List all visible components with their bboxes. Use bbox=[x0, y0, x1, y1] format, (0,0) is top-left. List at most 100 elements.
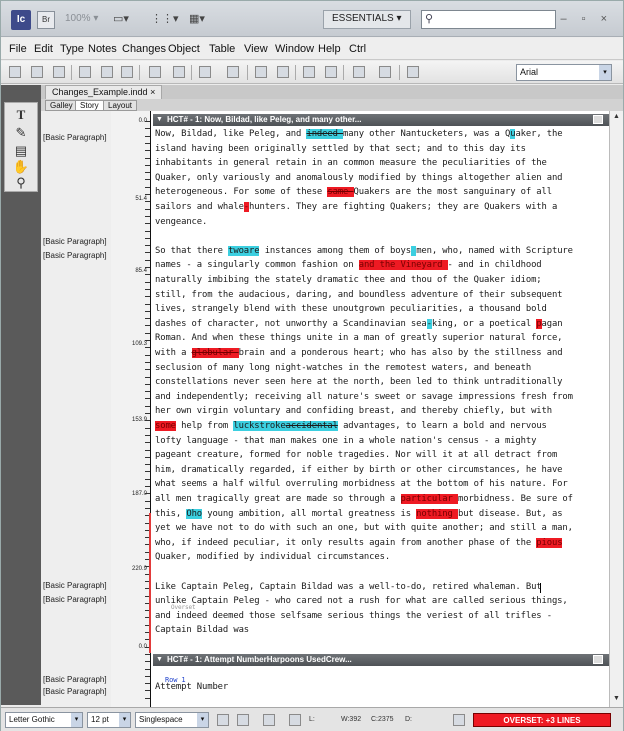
story-line[interactable]: Captain Bildad was bbox=[155, 625, 249, 635]
arrange-icon[interactable]: ⋮⋮▾ bbox=[151, 12, 179, 25]
ruler-tick bbox=[145, 413, 150, 414]
menu-edit[interactable]: Edit bbox=[34, 43, 53, 55]
scroll-down-icon[interactable]: ▼ bbox=[613, 695, 620, 702]
story-line[interactable]: naturally imbibing the stately dramatic … bbox=[155, 275, 542, 285]
menu-changes[interactable]: Changes bbox=[122, 43, 166, 55]
document-tab[interactable]: Changes_Example.indd × bbox=[45, 85, 163, 99]
menu-file[interactable]: File bbox=[9, 43, 27, 55]
window-controls[interactable]: – ▫ × bbox=[560, 13, 613, 25]
table-text[interactable]: Attempt Number bbox=[155, 682, 228, 692]
collapse-icon[interactable]: ▼ bbox=[156, 114, 163, 126]
story-line[interactable]: Quaker, modified by individual circumsta… bbox=[155, 552, 390, 562]
story-line[interactable]: still, from the audacious, daring, and b… bbox=[155, 290, 563, 300]
view-options-icon[interactable]: ▭▾ bbox=[113, 12, 129, 25]
story-line[interactable]: what seems a half wilful overruling morb… bbox=[155, 479, 568, 489]
open-icon[interactable] bbox=[31, 66, 43, 78]
text-run: men, who, named with Scripture bbox=[416, 245, 573, 256]
font-select[interactable]: Arial ▾ bbox=[516, 64, 612, 81]
story-options-icon[interactable] bbox=[593, 655, 603, 664]
story-line[interactable]: dashes of character, not unworthy a Scan… bbox=[155, 318, 563, 329]
align-icon[interactable] bbox=[173, 66, 185, 78]
align-toggle-icon[interactable] bbox=[263, 714, 275, 726]
accept-change-icon[interactable] bbox=[303, 66, 315, 78]
story-line[interactable]: island having been originally settled by… bbox=[155, 144, 526, 154]
story-line[interactable]: Quaker, only variously and anomalously m… bbox=[155, 173, 563, 183]
tab-story[interactable]: Story bbox=[75, 100, 104, 111]
zoom-tool-icon[interactable]: ⚲ bbox=[11, 175, 31, 193]
notes-icon[interactable] bbox=[407, 66, 419, 78]
story-editor[interactable]: ▼ HCT# - 1: Now, Bildad, like Peleg, and … bbox=[151, 111, 609, 707]
story-options-icon[interactable] bbox=[593, 115, 603, 124]
menu-help[interactable]: Help bbox=[318, 43, 341, 55]
workspace-switcher[interactable]: ESSENTIALS ▾ bbox=[323, 10, 411, 29]
story-line[interactable]: some help from luckstrokeaccidental adva… bbox=[155, 421, 547, 431]
reject-change-icon[interactable] bbox=[325, 66, 337, 78]
reject-all-icon[interactable] bbox=[379, 66, 391, 78]
story-line[interactable]: this, Oho young ambition, all mortal gre… bbox=[155, 508, 563, 519]
menu-ctrl[interactable]: Ctrl bbox=[349, 43, 366, 55]
story-line[interactable]: Now, Bildad, like Peleg, and indeed many… bbox=[155, 129, 563, 139]
story-header[interactable]: ▼ HCT# - 1: Now, Bildad, like Peleg, and … bbox=[153, 114, 609, 126]
line-spacing-select[interactable]: Singlespace ▾ bbox=[135, 712, 209, 728]
font-family-select[interactable]: Letter Gothic ▾ bbox=[5, 712, 83, 728]
story-line[interactable]: yet we have not to do with such an one, … bbox=[155, 523, 573, 533]
find-icon[interactable] bbox=[101, 66, 113, 78]
story-line[interactable]: and independently; receiving all nature'… bbox=[155, 392, 573, 402]
pilcrow-icon[interactable] bbox=[149, 66, 161, 78]
menu-notes[interactable]: Notes bbox=[88, 43, 117, 55]
track-changes-icon[interactable] bbox=[199, 66, 211, 78]
story-line[interactable]: sailors and whale-hunters. They are figh… bbox=[155, 202, 557, 212]
story-line[interactable]: pageant creature, formed for noble trage… bbox=[155, 450, 557, 460]
search-input[interactable]: ⚲ bbox=[421, 10, 556, 29]
story-line[interactable]: him, dramatically regarded, if either by… bbox=[155, 465, 563, 475]
zoom-level[interactable]: 100% ▾ bbox=[65, 13, 98, 24]
story-line[interactable]: and indeed deemed those selfsame serious… bbox=[155, 611, 552, 621]
show-changes-icon[interactable] bbox=[227, 66, 239, 78]
story-line[interactable]: heterogeneous. For some of these same Qu… bbox=[155, 187, 552, 198]
menu-table[interactable]: Table bbox=[209, 43, 235, 55]
text-run: many other Nantucketers, was a Q bbox=[343, 129, 511, 139]
note-tool-icon[interactable]: ✎ bbox=[11, 125, 31, 143]
story-line[interactable]: inhabitants in general retain in an comm… bbox=[155, 158, 547, 168]
story-line[interactable]: all men tragically great are made so thr… bbox=[155, 494, 573, 504]
story-line[interactable]: names - a singularly common fashion on a… bbox=[155, 260, 542, 271]
new-icon[interactable] bbox=[9, 66, 21, 78]
tab-layout[interactable]: Layout bbox=[103, 100, 138, 111]
ruler-tick bbox=[145, 486, 150, 487]
screen-mode-icon[interactable]: ▦▾ bbox=[189, 12, 205, 25]
spellcheck-icon[interactable] bbox=[121, 66, 133, 78]
story-line[interactable]: Roman. And when these things unite in a … bbox=[155, 333, 563, 343]
story-line[interactable]: lofty language - that man makes one in a… bbox=[155, 436, 536, 446]
story-line[interactable]: who, if indeed peculiar, it only results… bbox=[155, 537, 563, 548]
save-icon[interactable] bbox=[53, 66, 65, 78]
word-count: W:392 bbox=[341, 716, 362, 723]
menu-view[interactable]: View bbox=[244, 43, 268, 55]
bridge-button[interactable]: Br bbox=[37, 11, 55, 29]
prev-change-icon[interactable] bbox=[255, 66, 267, 78]
story-line[interactable]: vengeance. bbox=[155, 217, 207, 227]
story-line[interactable]: constellations never seen here at the no… bbox=[155, 377, 563, 387]
story-line[interactable]: with a globular brain and a ponderous he… bbox=[155, 348, 563, 358]
menu-type[interactable]: Type bbox=[60, 43, 84, 55]
story-line[interactable]: So that there twoare instances among the… bbox=[155, 245, 573, 256]
story-line[interactable]: lives, strangely blend with these unoutg… bbox=[155, 304, 547, 314]
accept-all-icon[interactable] bbox=[353, 66, 365, 78]
story-header[interactable]: ▼ HCT# - 1: Attempt NumberHarpoons UsedCr… bbox=[153, 654, 609, 666]
story-line[interactable]: her own virgin voluntary and confiding b… bbox=[155, 406, 552, 416]
scroll-up-icon[interactable]: ▲ bbox=[613, 113, 620, 120]
story-line[interactable]: unlike Captain Peleg - who cared not a r… bbox=[155, 596, 568, 606]
tab-galley[interactable]: Galley bbox=[45, 100, 78, 111]
menu-window[interactable]: Window bbox=[275, 43, 314, 55]
story-line[interactable]: seclusion of many long night-watches in … bbox=[155, 363, 531, 373]
collapse-icon[interactable]: ▼ bbox=[156, 654, 163, 666]
font-size-select[interactable]: 12 pt ▾ bbox=[87, 712, 131, 728]
menu-object[interactable]: Object bbox=[168, 43, 200, 55]
vertical-scrollbar[interactable]: ▲ ▼ bbox=[609, 111, 623, 707]
layout-toggle-icon[interactable] bbox=[237, 714, 249, 726]
view-toggle-icon[interactable] bbox=[217, 714, 229, 726]
pencil-icon[interactable] bbox=[453, 714, 465, 726]
type-tool-icon[interactable]: T bbox=[11, 107, 31, 125]
story-line[interactable]: Like Captain Peleg, Captain Bildad was a… bbox=[155, 582, 542, 592]
next-change-icon[interactable] bbox=[277, 66, 289, 78]
print-icon[interactable] bbox=[79, 66, 91, 78]
